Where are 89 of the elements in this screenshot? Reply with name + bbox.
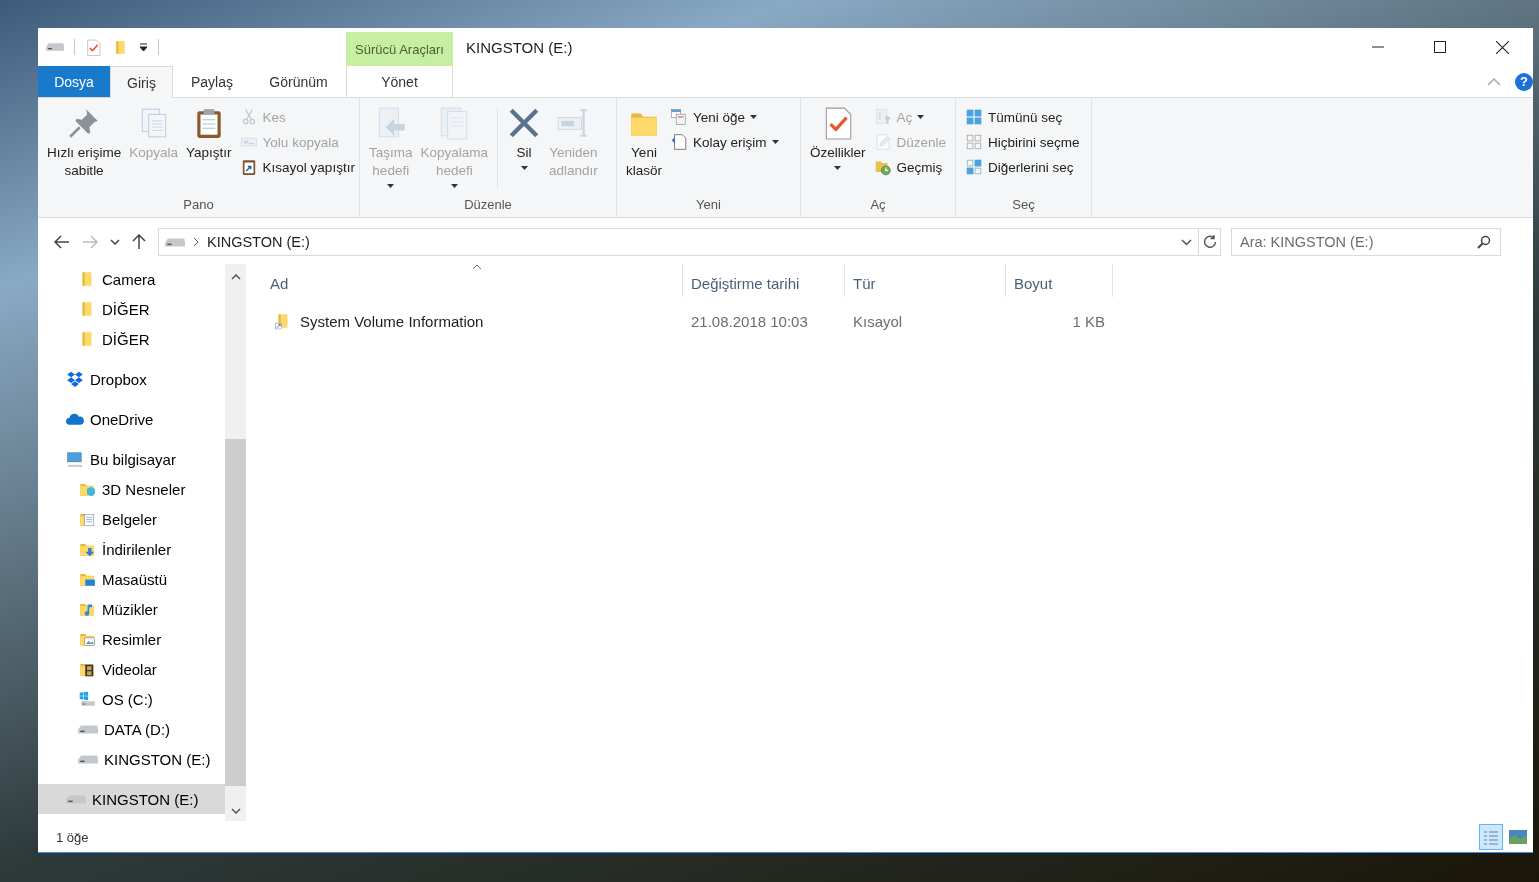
window-title: KINGSTON (E:) — [465, 37, 574, 58]
partial-grid-icon — [965, 158, 983, 176]
checkmark-page-icon — [85, 38, 102, 56]
ribbon-button[interactable]: Kolay erişim — [667, 131, 782, 153]
chevron-right-icon — [193, 237, 199, 247]
chevron-up-icon — [230, 274, 241, 280]
stacked-windows-icon — [670, 108, 688, 126]
drive-icon — [78, 724, 98, 734]
tree-item[interactable]: OneDrive — [38, 404, 225, 434]
folder-clock-icon — [873, 158, 892, 176]
ribbon-button[interactable]: Diğerlerini seç — [962, 156, 1083, 178]
ribbon-button[interactable]: Geçmiş — [870, 156, 950, 178]
tree-item[interactable]: DATA (D:) — [38, 714, 225, 744]
close-icon — [1495, 40, 1509, 54]
page-icon — [670, 133, 688, 151]
address-bar[interactable]: KINGSTON (E:) — [158, 228, 1199, 256]
list-page-icon — [873, 108, 892, 126]
file-name[interactable]: System Volume Information — [300, 312, 484, 330]
ribbon-button[interactable]: Kısayol yapıştır — [236, 156, 358, 178]
tree-item[interactable]: DİĞER — [38, 324, 225, 354]
column-header[interactable]: Ad — [262, 264, 683, 297]
group-label: Aç — [870, 197, 886, 214]
chevron-down-icon — [110, 239, 120, 245]
computer-icon — [66, 450, 84, 468]
pencil-page-icon — [873, 133, 892, 151]
tree-item[interactable]: İndirilenler — [38, 534, 225, 564]
group-label: Pano — [183, 197, 214, 214]
table-cell-text: 21.08.2018 10:03 — [690, 312, 809, 330]
tree-item[interactable]: 3D Nesneler — [38, 474, 225, 504]
dropbox-icon — [66, 370, 84, 388]
maximize-icon — [1434, 41, 1446, 53]
up-arrow-icon — [132, 234, 146, 250]
ribbon-button[interactable]: Yeni öğe — [667, 106, 782, 128]
refresh-icon — [1202, 235, 1217, 249]
dropdown-icon — [139, 42, 148, 52]
chevron-down-icon — [230, 808, 241, 814]
ribbon-button[interactable]: Hızlı erişime sabitle — [44, 102, 125, 197]
tree-item[interactable]: KINGSTON (E:) — [38, 744, 225, 774]
forward-arrow-icon — [82, 235, 98, 249]
column-header[interactable]: Tür — [845, 264, 1006, 297]
ribbon-tab[interactable]: Görünüm — [251, 66, 346, 97]
item-count: 1 öğe — [56, 829, 89, 845]
tree-item[interactable]: KINGSTON (E:) — [38, 784, 225, 814]
ribbon-tab[interactable]: Paylaş — [173, 66, 251, 97]
details-view-icon — [1483, 829, 1499, 845]
tree-item[interactable]: Camera — [38, 264, 225, 294]
ribbon-button[interactable]: Özellikler — [807, 102, 869, 197]
collapse-ribbon-icon — [1487, 77, 1501, 86]
drive-icon — [78, 754, 98, 764]
empty-grid-icon — [965, 133, 983, 151]
group-label: Seç — [1012, 197, 1035, 214]
context-tab-label: Sürücü Araçları — [346, 32, 453, 66]
group-label: Düzenle — [464, 197, 512, 214]
search-field[interactable]: Ara: KINGSTON (E:) — [1231, 228, 1501, 256]
tree-item[interactable]: OS (C:) — [38, 684, 225, 714]
filled-grid-icon — [965, 108, 983, 126]
tree-item[interactable]: Belgeler — [38, 504, 225, 534]
refresh-button[interactable] — [1199, 228, 1221, 256]
ribbon-tab[interactable]: Dosya — [38, 66, 110, 97]
ribbon-tab[interactable]: Giriş — [110, 66, 173, 98]
ribbon-button[interactable]: Sil — [504, 102, 545, 197]
thumbnail-view-icon — [1509, 830, 1527, 844]
ribbon-button[interactable]: Tümünü seç — [962, 106, 1083, 128]
group-label: Yeni — [696, 197, 721, 214]
tree-item[interactable]: Resimler — [38, 624, 225, 654]
help-button[interactable]: ? — [1515, 72, 1533, 91]
ribbon-tab[interactable]: Yönet — [346, 66, 453, 97]
tree-item[interactable]: Videolar — [38, 654, 225, 684]
scrollbar-thumb[interactable] — [225, 439, 246, 786]
drive-icon — [46, 43, 64, 51]
ribbon-button[interactable]: Yeni klasör — [623, 102, 665, 197]
tree-item[interactable]: Masaüstü — [38, 564, 225, 594]
tree-item[interactable]: Bu bilgisayar — [38, 444, 225, 474]
tree-item[interactable]: DİĞER — [38, 294, 225, 324]
column-header[interactable]: Değiştirme tarihi — [683, 264, 845, 297]
search-icon — [1477, 235, 1491, 249]
table-cell-text: 1 KB — [1071, 312, 1106, 330]
back-arrow-icon — [54, 235, 70, 249]
tree-item[interactable]: Müzikler — [38, 594, 225, 624]
windows-drive-icon — [78, 690, 96, 708]
chevron-down-icon — [1181, 238, 1192, 246]
breadcrumb[interactable]: KINGSTON (E:) — [207, 234, 1173, 250]
ribbon-button[interactable]: Yapıştır — [183, 102, 235, 197]
drive-icon — [165, 237, 185, 247]
table-cell-text: Kısayol — [852, 312, 904, 330]
ribbon-button[interactable]: Hiçbirini seçme — [962, 131, 1083, 153]
tree-item[interactable]: Dropbox — [38, 364, 225, 394]
column-header[interactable]: Boyut — [1006, 264, 1113, 297]
drive-icon — [66, 794, 86, 804]
